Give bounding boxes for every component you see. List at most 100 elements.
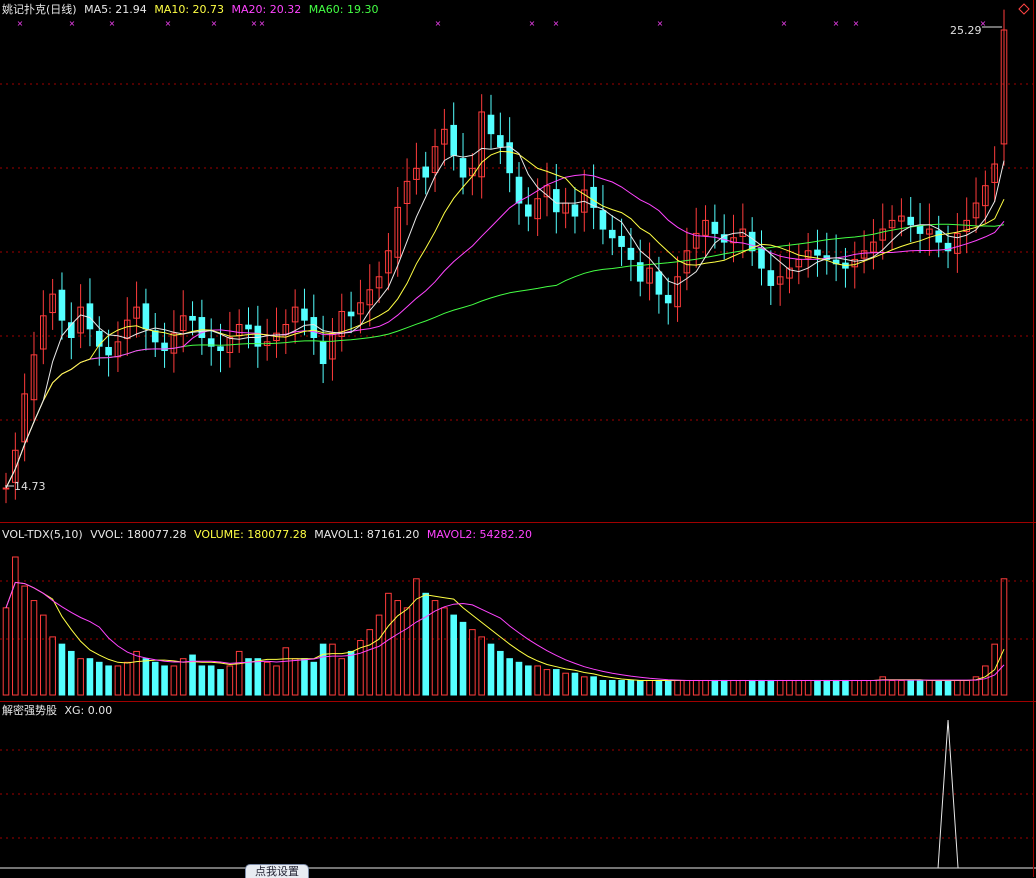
volume-bar <box>553 669 560 696</box>
candle-body <box>618 235 625 247</box>
candle-body <box>525 204 532 217</box>
volume-bar <box>851 679 859 696</box>
candle-body <box>907 216 915 226</box>
volume-bar <box>655 679 663 696</box>
candle-body <box>627 247 635 260</box>
volume-bar <box>720 679 728 696</box>
volume-bar <box>1000 578 1008 696</box>
volume-bar <box>217 669 224 696</box>
volume-bar <box>842 679 849 696</box>
candle-body <box>664 294 672 304</box>
candle-body <box>571 204 579 217</box>
volume-bar <box>664 679 672 696</box>
volume-bar <box>916 679 924 696</box>
candle-body <box>95 330 103 347</box>
candle-body <box>347 311 355 317</box>
volume-bar <box>804 679 812 696</box>
volume-bar <box>254 658 262 696</box>
volume-bar <box>105 665 112 696</box>
candle-body <box>151 330 159 343</box>
candle-body <box>814 249 821 256</box>
volume-bar <box>40 614 47 696</box>
candle-body <box>310 317 318 339</box>
volume-bar <box>198 665 206 696</box>
candle-body <box>58 289 66 321</box>
signal-marker: × <box>69 19 76 28</box>
volume-bar <box>431 600 439 696</box>
candle-body <box>515 176 523 204</box>
volume-bar <box>683 679 691 696</box>
signal-marker: × <box>833 19 840 28</box>
volume-bar <box>786 679 793 696</box>
volume-bar <box>702 679 709 696</box>
candle-body <box>553 189 560 213</box>
candle-body <box>758 247 765 269</box>
volume-bar <box>12 556 19 696</box>
volume-bar <box>907 679 915 696</box>
volume-bar <box>282 647 290 696</box>
diamond-icon <box>1018 3 1030 15</box>
volume-bar <box>497 650 504 696</box>
volume-bar <box>543 669 551 696</box>
signal-marker: × <box>553 19 560 28</box>
volume-bar <box>674 679 681 696</box>
volume-chart[interactable] <box>0 523 1036 701</box>
volume-bar <box>245 658 252 696</box>
candle-body <box>655 271 663 295</box>
volume-bar <box>450 614 457 696</box>
signal-marker: × <box>781 19 788 28</box>
candlestick-chart[interactable]: × × × × × × × × × × × × × × × <box>0 0 1036 522</box>
volume-bar <box>898 679 905 696</box>
price-panel[interactable]: 姚记扑克(日线) MA5: 21.94 MA10: 20.73 MA20: 20… <box>0 0 1036 522</box>
volume-bar <box>487 643 495 696</box>
volume-bar <box>58 643 66 696</box>
volume-bar <box>263 661 271 696</box>
volume-bar <box>347 650 355 696</box>
signal-marker: × <box>853 19 860 28</box>
volume-bar <box>870 679 877 696</box>
volume-bar <box>291 658 299 696</box>
volume-bar <box>170 665 178 696</box>
volume-bar <box>413 578 420 696</box>
indicator-panel[interactable]: 解密强势股 XG: 0.00 <box>0 702 1036 877</box>
volume-bar <box>478 636 485 696</box>
volume-bar <box>77 658 84 696</box>
volume-bar <box>954 679 961 696</box>
candle-body <box>422 166 430 178</box>
volume-bar <box>49 636 56 696</box>
volume-bar <box>618 679 625 696</box>
candle-body <box>711 221 719 234</box>
volume-bar <box>273 665 280 696</box>
candle-body <box>608 229 616 239</box>
volume-bar <box>385 592 392 696</box>
volume-bar <box>95 661 103 696</box>
candle-body <box>2 487 10 490</box>
indicator-chart[interactable] <box>0 702 1036 877</box>
volume-bar <box>711 679 719 696</box>
candle-body <box>450 124 457 156</box>
candle-body <box>767 270 775 286</box>
volume-bar <box>422 592 430 696</box>
volume-bar <box>860 679 868 696</box>
candle-body <box>599 210 607 230</box>
settings-button[interactable]: 点我设置 <box>245 864 309 878</box>
candle-body <box>916 225 924 234</box>
candle-body <box>86 303 94 330</box>
volume-bar <box>515 661 523 696</box>
volume-panel[interactable]: VOL-TDX(5,10) VVOL: 180077.28 VOLUME: 18… <box>0 523 1036 701</box>
volume-bar <box>562 672 569 696</box>
volume-bar <box>758 679 765 696</box>
volume-bar <box>142 658 150 696</box>
signal-marker: × <box>17 19 24 28</box>
candle-body <box>497 135 504 148</box>
volume-bar <box>944 679 952 696</box>
volume-bar <box>730 679 737 696</box>
volume-bar <box>338 658 346 696</box>
volume-bar <box>151 661 159 696</box>
volume-bar <box>795 679 803 696</box>
volume-bar <box>580 676 588 696</box>
volume-bar <box>776 679 784 696</box>
right-border <box>1033 0 1034 877</box>
volume-bar <box>30 600 38 696</box>
volume-bar <box>319 643 327 696</box>
